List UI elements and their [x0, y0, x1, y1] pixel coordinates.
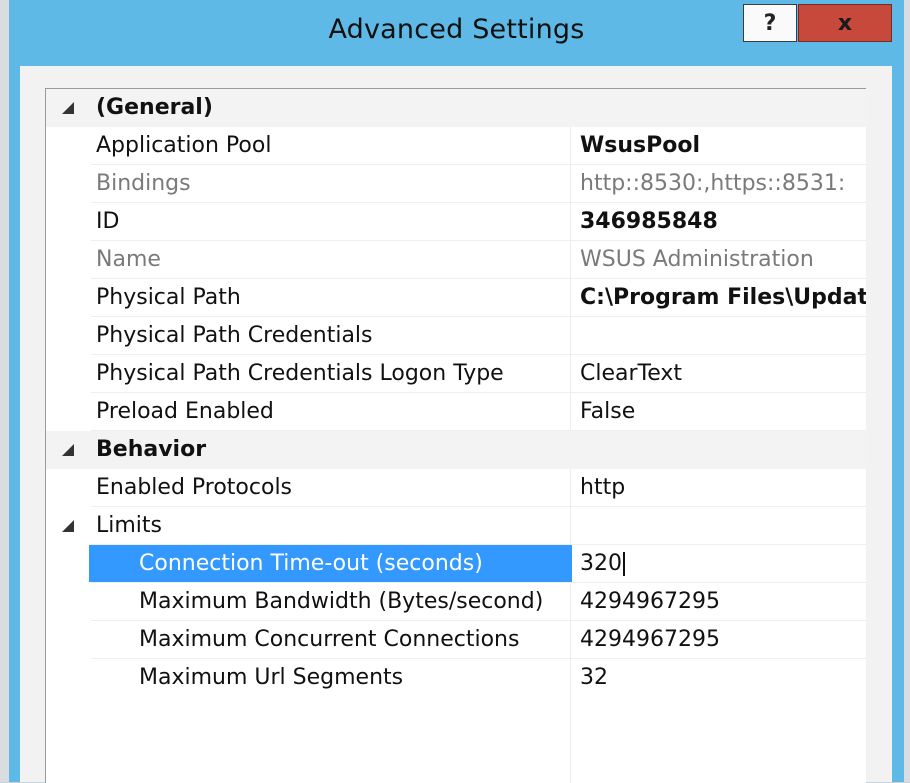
property-row-preload-enabled[interactable]: Preload Enabled False — [46, 393, 866, 431]
group-limits[interactable]: Limits — [46, 507, 866, 545]
property-row-connection-timeout[interactable]: Connection Time-out (seconds) 320 — [46, 545, 866, 583]
property-row-logon-type[interactable]: Physical Path Credentials Logon Type Cle… — [46, 355, 866, 393]
property-name: Physical Path Credentials — [96, 323, 373, 348]
property-row-id[interactable]: ID 346985848 — [46, 203, 866, 241]
property-value[interactable]: 4294967295 — [580, 583, 866, 620]
help-button[interactable]: ? — [743, 4, 797, 42]
property-value[interactable]: WSUS Administration — [580, 241, 866, 278]
property-name: Physical Path Credentials Logon Type — [96, 361, 504, 386]
property-row-max-url-segments[interactable]: Maximum Url Segments 32 — [46, 659, 866, 697]
property-row-enabled-protocols[interactable]: Enabled Protocols http — [46, 469, 866, 507]
collapse-triangle-icon[interactable] — [62, 102, 74, 114]
category-behavior[interactable]: Behavior — [46, 431, 866, 469]
property-value[interactable]: http::8530:,https::8531: — [580, 165, 866, 202]
property-row-physical-path[interactable]: Physical Path C:\Program Files\Update S — [46, 279, 866, 317]
background-right — [904, 0, 910, 782]
property-name: Name — [96, 247, 161, 272]
property-value[interactable]: C:\Program Files\Update S — [580, 279, 866, 316]
property-value-input[interactable]: 320 — [580, 545, 866, 582]
property-name: Maximum Concurrent Connections — [139, 627, 520, 652]
property-value[interactable] — [580, 317, 866, 354]
property-value-text[interactable]: 320 — [580, 551, 622, 576]
property-value[interactable]: http — [580, 469, 866, 506]
property-value[interactable]: 4294967295 — [580, 621, 866, 658]
category-general[interactable]: (General) — [46, 89, 866, 127]
property-name: Application Pool — [96, 133, 272, 158]
group-label: Limits — [96, 513, 162, 538]
property-row-physical-path-credentials[interactable]: Physical Path Credentials — [46, 317, 866, 355]
category-label: (General) — [96, 95, 213, 120]
property-name: Maximum Bandwidth (Bytes/second) — [139, 589, 544, 614]
property-name: Maximum Url Segments — [139, 665, 404, 690]
property-row-name[interactable]: Name WSUS Administration — [46, 241, 866, 279]
close-button[interactable]: x — [798, 4, 892, 42]
property-value[interactable]: 32 — [580, 659, 866, 696]
property-value[interactable]: ClearText — [580, 355, 866, 392]
property-grid[interactable]: (General) Application Pool WsusPool Bind… — [45, 88, 866, 783]
property-name: Physical Path — [96, 285, 241, 310]
text-caret — [623, 552, 625, 576]
property-name: Enabled Protocols — [96, 475, 293, 500]
property-row-bindings[interactable]: Bindings http::8530:,https::8531: — [46, 165, 866, 203]
property-row-max-bandwidth[interactable]: Maximum Bandwidth (Bytes/second) 4294967… — [46, 583, 866, 621]
property-name: ID — [96, 209, 120, 234]
collapse-triangle-icon[interactable] — [62, 520, 74, 532]
property-name: Bindings — [96, 171, 191, 196]
category-label: Behavior — [96, 437, 207, 462]
property-value[interactable]: WsusPool — [580, 127, 866, 164]
property-name: Preload Enabled — [96, 399, 274, 424]
property-name: Connection Time-out (seconds) — [89, 545, 572, 582]
property-row-max-concurrent-connections[interactable]: Maximum Concurrent Connections 429496729… — [46, 621, 866, 659]
property-value[interactable]: 346985848 — [580, 203, 866, 240]
collapse-triangle-icon[interactable] — [62, 444, 74, 456]
property-value[interactable]: False — [580, 393, 866, 430]
property-row-application-pool[interactable]: Application Pool WsusPool — [46, 127, 866, 165]
background-left — [0, 0, 9, 782]
